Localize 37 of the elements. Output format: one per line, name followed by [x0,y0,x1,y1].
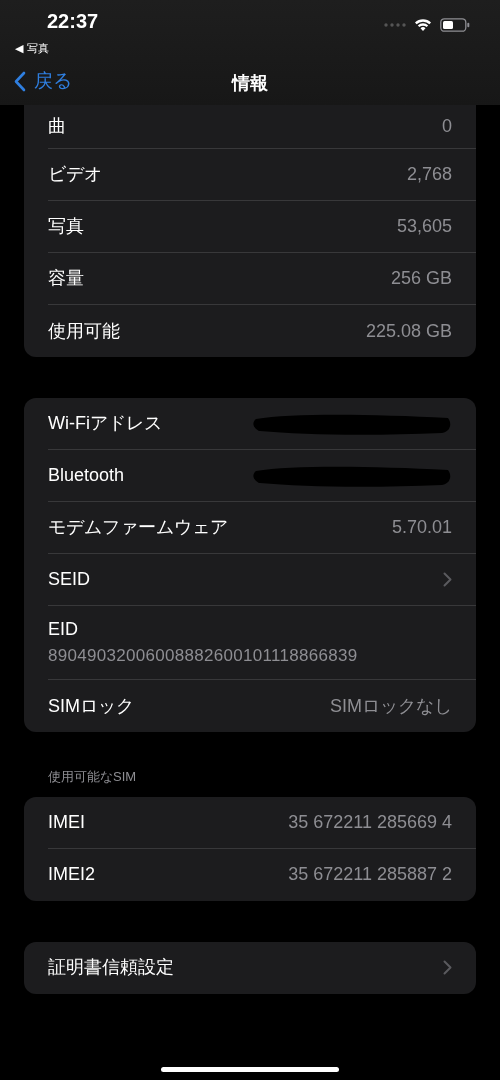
row-label: モデムファームウェア [48,516,228,539]
row-label: SIMロック [48,694,134,718]
back-to-app-link[interactable]: ◀ 写真 [15,40,49,57]
row-value: 225.08 GB [365,319,452,343]
row-label: IMEI [48,810,85,834]
row-value: 2,768 [406,163,452,186]
row-value: 0 [442,115,452,138]
row-label: Bluetooth [48,464,125,487]
row-value: 35 672211 285669 4 [288,810,452,834]
row-label: 証明書信頼設定 [48,956,174,980]
row-value: 5.70.01 [391,516,452,539]
settings-row[interactable]: 証明書信頼設定 [24,941,476,994]
page-title: 情報 [230,72,269,95]
row-label: 容量 [48,267,84,290]
signal-icon [384,23,406,27]
row-label: 写真 [48,215,84,238]
row-value: 89049032006008882600101118866839 [48,645,359,668]
chevron-right-icon [443,572,452,587]
row-label: 使用可能 [48,319,120,343]
row-label: EID [48,618,79,642]
battery-icon [440,18,470,32]
row-label: 曲 [48,115,66,138]
row-value: SIMロックなし [330,694,452,718]
section-header: 使用可能なSIM [48,769,138,785]
settings-row[interactable]: SEID [24,554,476,606]
row-label: Wi-Fiアドレス [48,412,162,435]
row-label: ビデオ [48,163,102,186]
row-label: IMEI2 [48,863,95,887]
wifi-icon [414,18,432,32]
row-value: 53,605 [396,215,452,238]
row-value: 256 GB [390,267,452,290]
back-button[interactable]: 戻る [14,67,72,96]
status-time: 22:37 [47,9,99,31]
chevron-right-icon [443,960,452,976]
chevron-left-icon [14,70,26,92]
row-value: 35 672211 285887 2 [288,863,452,887]
row-label: SEID [48,568,90,591]
